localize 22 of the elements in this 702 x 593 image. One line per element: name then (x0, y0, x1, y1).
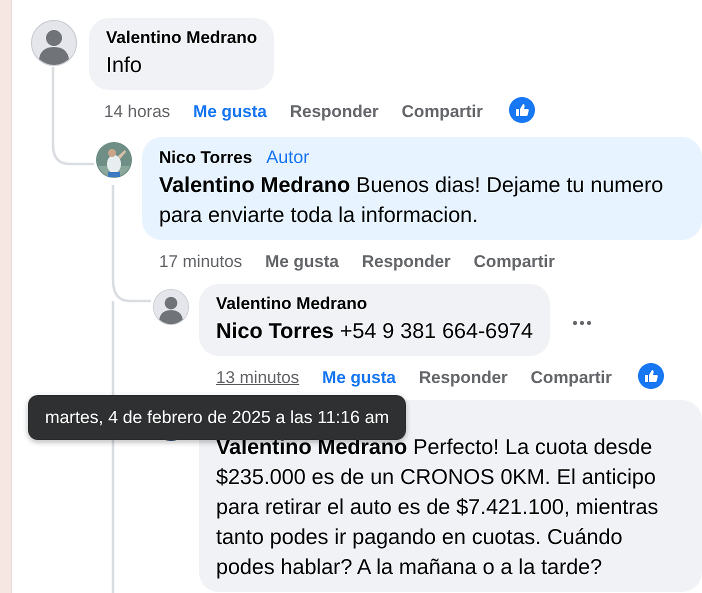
date-tooltip: martes, 4 de febrero de 2025 a las 11:16 am (28, 395, 406, 440)
comment-text: Info (106, 52, 143, 79)
timestamp-link[interactable]: 17 minutos (159, 252, 242, 272)
share-button[interactable]: Compartir (474, 252, 555, 272)
avatar-icon[interactable] (31, 20, 77, 66)
like-button[interactable]: Me gusta (193, 102, 267, 122)
comment-text: Nico Torres +54 9 381 664-6974 (216, 318, 533, 345)
author-name[interactable]: Nico Torres (159, 148, 252, 168)
reply-button[interactable]: Responder (362, 252, 451, 272)
author-name[interactable]: Valentino Medrano (216, 294, 368, 314)
like-button[interactable]: Me gusta (322, 368, 396, 388)
reply-button[interactable]: Responder (290, 102, 379, 122)
like-button[interactable]: Me gusta (265, 252, 339, 272)
timestamp-link[interactable]: 13 minutos (216, 368, 300, 388)
avatar-icon[interactable] (153, 289, 189, 325)
author-label: Autor (266, 147, 310, 168)
timestamp-link[interactable]: 14 horas (104, 102, 170, 122)
author-name[interactable]: Valentino Medrano (106, 28, 258, 48)
share-button[interactable]: Compartir (402, 102, 483, 122)
share-button[interactable]: Compartir (530, 368, 612, 388)
comment-text: Valentino Medrano Buenos dias! Dejame tu numero para enviarte toda la informacion. (159, 172, 664, 229)
reply-button[interactable]: Responder (418, 368, 508, 388)
